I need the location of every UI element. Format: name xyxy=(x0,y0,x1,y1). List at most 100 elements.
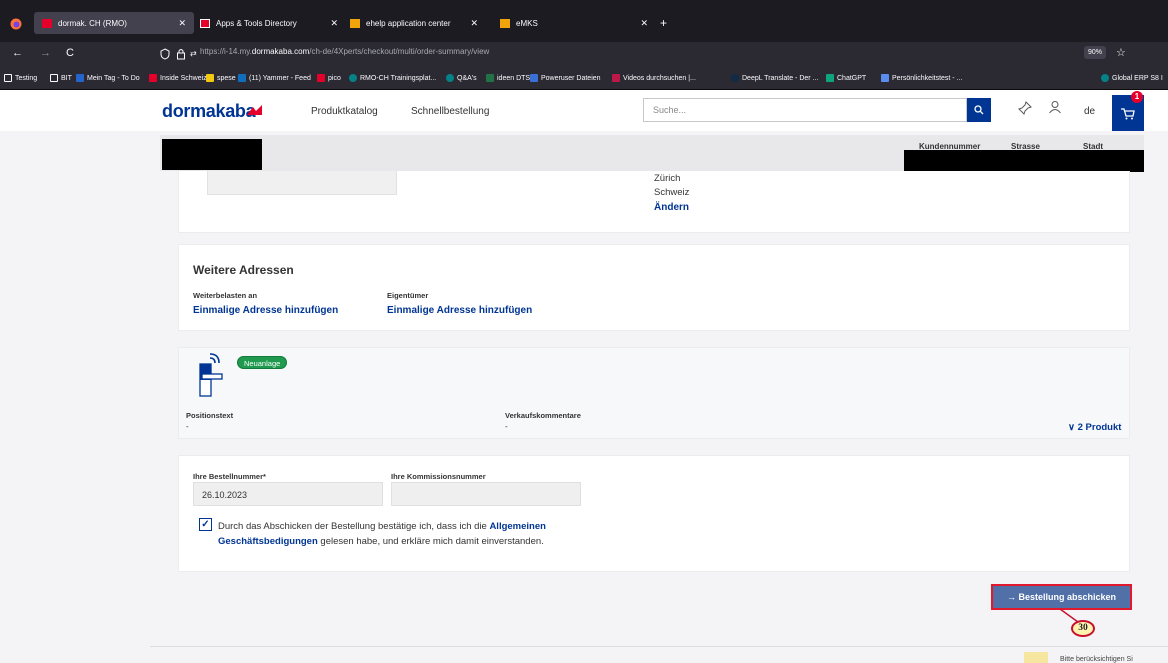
bookmark-label: Videos durchsuchen |... xyxy=(623,74,696,82)
folder-icon xyxy=(50,74,58,82)
lock-icon[interactable] xyxy=(176,48,186,60)
commission-number-input[interactable] xyxy=(391,482,581,506)
deepl-icon xyxy=(731,74,739,82)
bookmark-item[interactable]: spese xyxy=(206,74,236,82)
spese-icon xyxy=(206,74,214,82)
footer-notice: Bitte berücksichtigen Si xyxy=(1060,656,1133,663)
bookmark-item[interactable]: Videos durchsuchen |... xyxy=(612,74,696,82)
terms-text: Durch das Abschicken der Bestellung best… xyxy=(218,519,598,549)
address-country: Schweiz xyxy=(654,187,690,198)
close-icon[interactable]: ✕ xyxy=(330,18,338,29)
bookmark-label: ChatGPT xyxy=(837,74,867,82)
positionstext-value: - xyxy=(186,422,189,431)
bookmark-item[interactable]: ChatGPT xyxy=(826,74,866,82)
order-position-card xyxy=(178,347,1130,439)
bookmark-item[interactable]: (11) Yammer - Feed xyxy=(238,74,311,82)
terms-text-part2: gelesen habe, und erkläre mich damit ein… xyxy=(317,536,544,547)
shield-icon[interactable] xyxy=(160,48,170,60)
cart-icon xyxy=(1121,108,1135,120)
dormakaba-logo-mark xyxy=(247,105,262,115)
dormakaba-favicon xyxy=(317,74,325,82)
sharepoint-icon xyxy=(349,74,357,82)
new-entry-badge: Neuanlage xyxy=(237,356,288,369)
pin-icon[interactable] xyxy=(1018,101,1032,115)
dormakaba-logo[interactable]: dormakaba xyxy=(162,101,256,122)
bookmark-item[interactable]: RMO-CH Trainingsplat... xyxy=(349,74,436,82)
order-number-input[interactable]: 26.10.2023 xyxy=(193,482,383,506)
cart-count-badge: 1 xyxy=(1131,91,1143,103)
door-handle-product-icon xyxy=(199,353,223,397)
eigentuemer-label: Eigentümer xyxy=(387,291,429,300)
terms-text-part1: Durch das Abschicken der Bestellung best… xyxy=(218,521,490,532)
chatgpt-icon xyxy=(826,74,834,82)
dormakaba-favicon xyxy=(200,18,210,28)
address-field xyxy=(207,171,397,195)
back-icon[interactable]: ← xyxy=(12,47,23,59)
language-selector[interactable]: de xyxy=(1084,106,1095,117)
tab-label: eMKS xyxy=(516,18,538,28)
tab-ehelp[interactable]: ehelp application center ✕ xyxy=(342,12,492,34)
search-input[interactable]: Suche... xyxy=(643,98,967,122)
star-icon[interactable]: ☆ xyxy=(1116,46,1126,59)
test-icon xyxy=(881,74,889,82)
order-details-card xyxy=(178,455,1130,572)
tab-dormak[interactable]: dormak. CH (RMO) ✕ xyxy=(34,12,194,34)
close-icon[interactable]: ✕ xyxy=(640,18,648,29)
url-text[interactable]: https://i-14.my.dormakaba.com/ch-de/4Xpe… xyxy=(200,47,489,56)
further-addresses-title: Weitere Adressen xyxy=(193,263,294,277)
new-tab-button[interactable]: + xyxy=(652,12,667,34)
check-icon xyxy=(76,74,84,82)
search-button[interactable] xyxy=(967,98,991,122)
bookmark-item[interactable]: Inside Schweiz xyxy=(149,74,207,82)
bookmark-label: RMO-CH Trainingsplat... xyxy=(360,74,437,82)
terms-link-geschaeftsbedingungen[interactable]: Geschäftsbedigungen xyxy=(218,536,318,547)
change-address-link[interactable]: Ändern xyxy=(654,202,689,213)
bookmark-item[interactable]: Poweruser Dateien xyxy=(530,74,601,82)
close-icon[interactable]: ✕ xyxy=(178,18,186,29)
tab-emks[interactable]: eMKS ✕ xyxy=(492,12,652,34)
ehelp-favicon xyxy=(350,18,360,28)
bookmark-item[interactable]: Mein Tag - To Do xyxy=(76,74,140,82)
order-number-label: Ihre Bestellnummer* xyxy=(193,472,266,481)
products-toggle-label: 2 Produkt xyxy=(1077,422,1122,433)
folder-icon xyxy=(4,74,12,82)
url-domain: dormakaba.com xyxy=(251,47,310,56)
nav-schnellbestellung[interactable]: Schnellbestellung xyxy=(411,106,489,117)
bookmark-item[interactable]: DeepL Translate - Der ... xyxy=(731,74,818,82)
excel-icon xyxy=(486,74,494,82)
bookmark-label: Persönlichkeitstest - ... xyxy=(892,74,963,82)
terms-link-allgemeinen[interactable]: Allgemeinen xyxy=(489,521,546,532)
forward-icon[interactable]: → xyxy=(40,47,51,59)
address-city: Zürich xyxy=(654,173,681,184)
permissions-icon[interactable]: ⇄ xyxy=(190,49,197,58)
bookmark-item[interactable]: Testing xyxy=(4,74,37,82)
expand-products-toggle[interactable]: ∨ 2 Produkt xyxy=(1068,422,1121,433)
commission-number-label: Ihre Kommissionsnummer xyxy=(391,472,486,481)
tab-apps-tools[interactable]: Apps & Tools Directory ✕ xyxy=(192,12,342,34)
firefox-icon[interactable] xyxy=(10,18,22,30)
terms-checkbox[interactable]: ✓ xyxy=(199,518,212,531)
tab-label: Apps & Tools Directory xyxy=(216,18,297,28)
bookmark-item[interactable]: Q&A's xyxy=(446,74,477,82)
close-icon[interactable]: ✕ xyxy=(470,18,478,29)
yammer-icon xyxy=(238,74,246,82)
bookmark-label: pico xyxy=(328,74,341,82)
bookmark-item[interactable]: Persönlichkeitstest - ... xyxy=(881,74,962,82)
bookmark-item[interactable]: ideen DTS xyxy=(486,74,530,82)
bookmark-label: Global ERP S8 I xyxy=(1112,74,1163,82)
positionstext-label: Positionstext xyxy=(186,411,234,420)
bookmark-item[interactable]: pico xyxy=(317,74,341,82)
weiterbelasten-label: Weiterbelasten an xyxy=(193,291,258,300)
nav-produktkatalog[interactable]: Produktkatalog xyxy=(311,106,378,117)
add-one-time-address-link[interactable]: Einmalige Adresse hinzufügen xyxy=(193,305,338,316)
bookmark-item[interactable]: BIT xyxy=(50,74,72,82)
user-icon[interactable] xyxy=(1048,100,1062,114)
zoom-indicator[interactable]: 90% xyxy=(1084,46,1107,59)
add-one-time-address-link[interactable]: Einmalige Adresse hinzufügen xyxy=(387,305,532,316)
further-addresses-card xyxy=(178,244,1130,331)
reload-icon[interactable]: C xyxy=(66,47,74,59)
submit-order-button[interactable]: → Bestellung abschicken xyxy=(991,584,1132,610)
bookmark-item[interactable]: Global ERP S8 I xyxy=(1101,74,1163,82)
url-path: /ch-de/4Xperts/checkout/multi/order-summ… xyxy=(309,47,490,56)
verkaufskommentare-value: - xyxy=(505,422,508,431)
